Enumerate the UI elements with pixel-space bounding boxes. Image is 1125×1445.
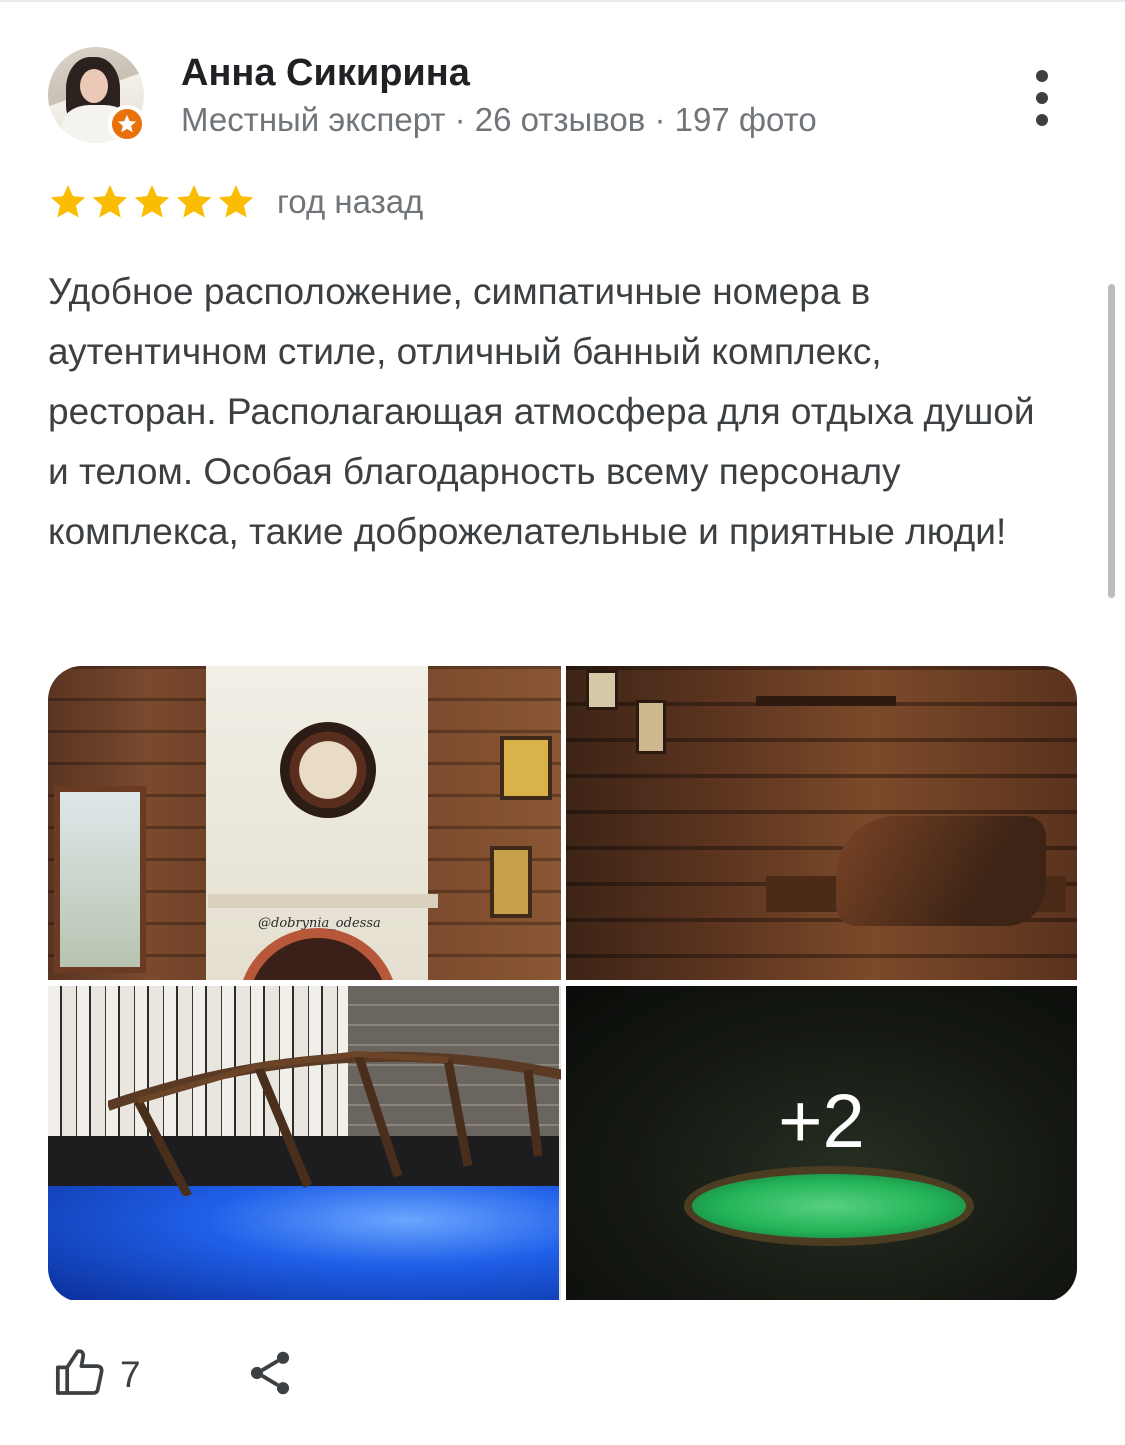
thumb-up-icon[interactable] [52,1344,108,1400]
photo-wooden-bridge [108,1051,561,1196]
photo-wall-picture [490,846,532,918]
thumb-up-svg [55,1349,104,1395]
star-rating [48,182,256,222]
top-divider [0,0,1125,2]
local-guide-badge-icon [108,105,146,143]
star-icon [134,185,170,218]
badge-star-icon [117,114,137,133]
photo-window [54,786,146,973]
more-photos-overlay[interactable]: +2 [566,986,1077,1300]
author-meta: Местный эксперт · 26 отзывов · 197 фото [181,101,817,138]
photo-indoor-pool[interactable] [48,986,561,1300]
more-dot [1036,114,1048,126]
star-icon [218,185,254,218]
photo-blue-water [48,1186,559,1300]
share-svg [250,1351,290,1395]
star-icon [50,185,86,218]
author-name[interactable]: Анна Сикирина [181,52,470,95]
more-dot [1036,70,1048,82]
more-photos-count: +2 [778,1078,865,1164]
photo-gallery: @dobrynia_odessa +2 [48,666,1077,1302]
star-icon [176,185,212,218]
avatar-face [80,69,108,103]
more-dot [1036,92,1048,104]
share-icon[interactable] [244,1346,296,1400]
photo-shelf [756,696,896,706]
review-time: год назад [277,183,424,220]
photo-carved-chair [836,816,1046,926]
more-vert-icon[interactable] [1022,70,1062,126]
review-text: Удобное расположение, симпатичные номера… [48,271,1035,552]
photo-interior-table[interactable] [566,666,1077,980]
clock-image [280,722,376,818]
photo-mantel [208,894,438,908]
photo-interior-fireplace[interactable]: @dobrynia_odessa [48,666,561,980]
scrollbar[interactable] [1108,284,1115,598]
photo-outdoor-pool[interactable]: +2 [566,986,1077,1300]
photo-wall-picture [636,700,666,754]
photo-logo-text: @dobrynia_odessa [258,916,381,931]
photo-wall-picture [500,736,552,800]
like-count: 7 [120,1354,141,1395]
star-icon [92,185,128,218]
photo-wall-picture [586,670,618,710]
